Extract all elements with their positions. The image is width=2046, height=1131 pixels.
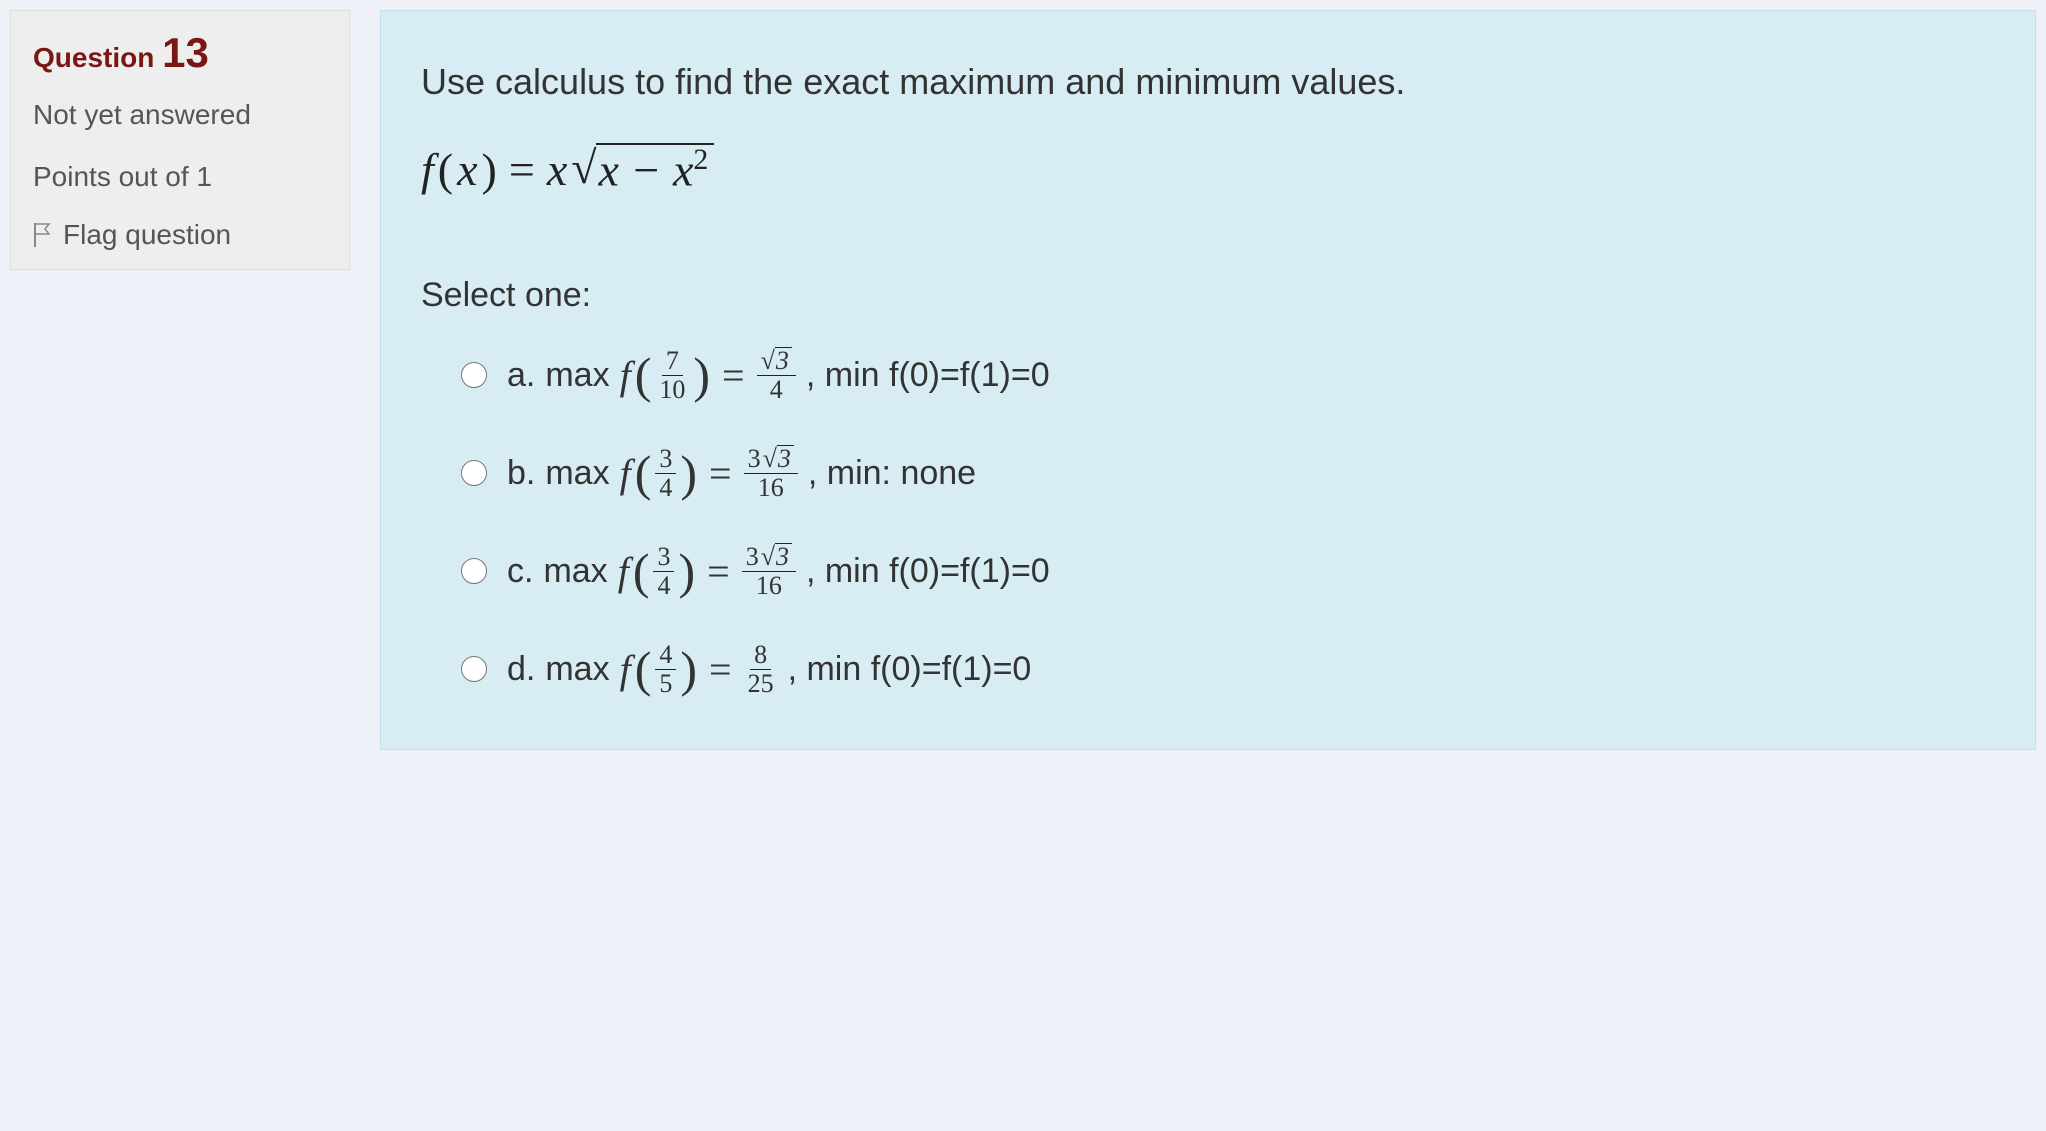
option-a-label: a. max f( 710 ) = √3 4 , xyxy=(507,347,1050,403)
option-a[interactable]: a. max f( 710 ) = √3 4 , xyxy=(461,345,1995,405)
flag-question-link[interactable]: Flag question xyxy=(33,219,327,251)
option-c[interactable]: c. max f( 34 ) = 3 √3 16 xyxy=(461,541,1995,601)
question-points: Points out of 1 xyxy=(33,161,327,193)
question-prompt: Use calculus to find the exact maximum a… xyxy=(421,61,1995,103)
question-number: 13 xyxy=(162,29,209,76)
flag-label: Flag question xyxy=(63,219,231,251)
question-label: Question xyxy=(33,42,154,73)
option-a-radio[interactable] xyxy=(461,362,487,388)
quiz-container: Question 13 Not yet answered Points out … xyxy=(10,10,2036,750)
select-one-label: Select one: xyxy=(421,276,1995,315)
question-status: Not yet answered xyxy=(33,99,327,131)
question-formula: f(x) = x √ x − x2 xyxy=(421,143,1995,196)
question-info-panel: Question 13 Not yet answered Points out … xyxy=(10,10,350,270)
question-heading: Question 13 xyxy=(33,29,327,77)
flag-icon xyxy=(33,222,53,248)
question-content-panel: Use calculus to find the exact maximum a… xyxy=(380,10,2036,750)
option-b[interactable]: b. max f( 34 ) = 3 √3 16 xyxy=(461,443,1995,503)
option-d[interactable]: d. max f( 45 ) = 8 25 , min f(0)=f(1)=0 xyxy=(461,639,1995,699)
option-c-radio[interactable] xyxy=(461,558,487,584)
option-b-label: b. max f( 34 ) = 3 √3 16 xyxy=(507,445,976,501)
option-b-radio[interactable] xyxy=(461,460,487,486)
option-d-radio[interactable] xyxy=(461,656,487,682)
option-c-label: c. max f( 34 ) = 3 √3 16 xyxy=(507,543,1050,599)
option-d-label: d. max f( 45 ) = 8 25 , min f(0)=f(1)=0 xyxy=(507,641,1031,697)
options-group: a. max f( 710 ) = √3 4 , xyxy=(421,345,1995,699)
